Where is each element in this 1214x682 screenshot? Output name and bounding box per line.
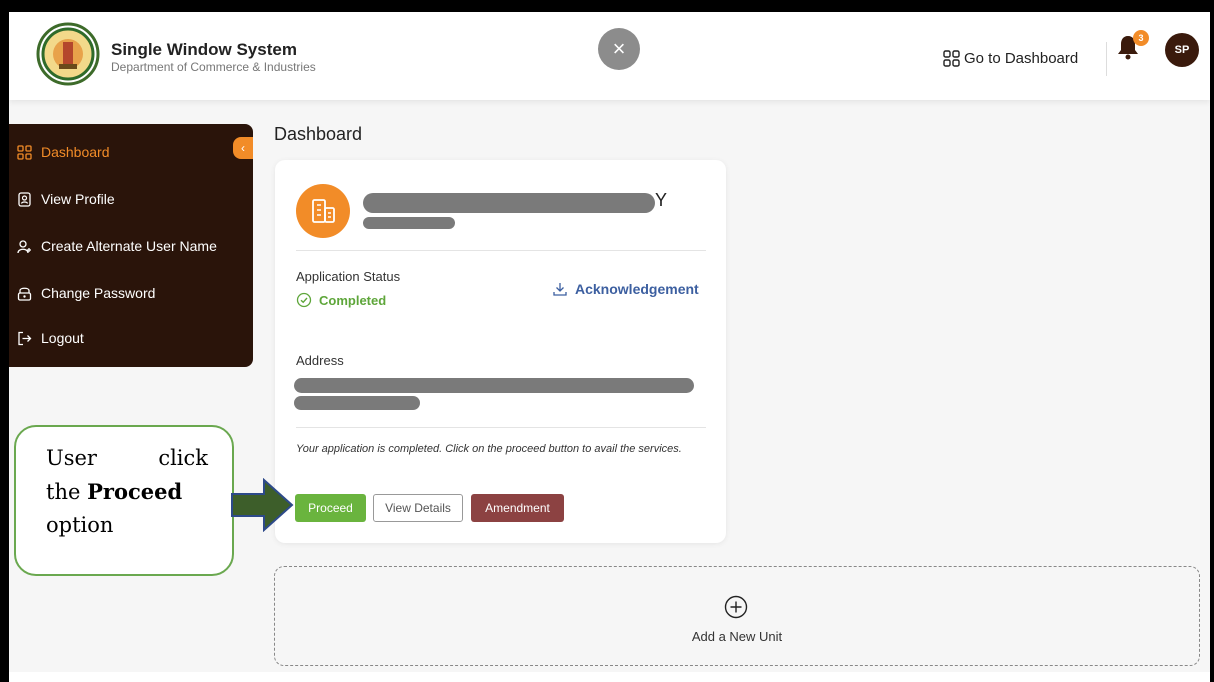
profile-icon [18,191,31,207]
status-value: Completed [319,292,387,308]
status-completed: Completed [296,292,386,308]
acknowledgement-link[interactable]: Acknowledgement [552,281,699,297]
go-to-dashboard-label: Go to Dashboard [964,50,1079,67]
completion-note: Your application is completed. Click on … [296,443,682,455]
sidebar-collapse-button[interactable]: ‹ [233,137,253,159]
sidebar-item-logout[interactable]: Logout [17,330,84,346]
header-divider [1106,42,1107,76]
sidebar-item-label: Change Password [41,285,156,301]
notification-count-badge: 3 [1133,30,1149,46]
sidebar-item-create-alternate-user-name[interactable]: Create Alternate User Name [17,238,217,254]
callout-word: the [46,480,81,504]
redacted-unit-id [363,217,455,229]
add-new-unit-card[interactable]: Add a New Unit [274,566,1200,666]
sidebar-item-label: Create Alternate User Name [41,238,217,254]
card-divider [296,250,706,251]
sidebar-item-label: Dashboard [41,144,110,160]
add-user-icon [17,239,31,253]
redacted-address-line1 [294,378,694,393]
application-status-label: Application Status [296,269,401,284]
logout-icon [18,331,32,345]
sidebar-item-label: Logout [41,330,84,346]
card-divider [296,427,706,428]
redacted-address-line2 [294,396,420,410]
grid-icon [17,144,32,160]
top-header: Single Window System Department of Comme… [9,12,1210,100]
add-new-unit-label: Add a New Unit [691,629,783,644]
app-subtitle: Department of Commerce & Industries [111,60,316,74]
plus-circle-icon [724,595,748,619]
callout-word: User [46,446,97,470]
sidebar-item-change-password[interactable]: Change Password [17,285,155,301]
page-title: Dashboard [274,124,363,144]
close-button[interactable]: × [598,28,640,70]
grid-icon [943,50,960,67]
callout-word: option [46,513,114,537]
download-icon [553,283,567,296]
view-details-button[interactable]: View Details [373,494,463,522]
callout-emphasis: Proceed [87,479,183,504]
sidebar-item-dashboard[interactable]: Dashboard [17,144,110,160]
sidebar-item-view-profile[interactable]: View Profile [17,191,115,207]
proceed-button[interactable]: Proceed [295,494,366,522]
check-circle-icon [296,292,312,308]
key-icon [17,287,32,301]
state-emblem-logo [36,22,100,86]
instruction-callout: User click the Proceed option [14,425,234,576]
right-arrow-icon [231,478,294,532]
callout-word: click [158,446,208,470]
unit-card: Y Application Status Completed Acknowled… [275,160,726,543]
go-to-dashboard-link[interactable]: Go to Dashboard [943,50,1078,67]
building-icon [296,184,350,238]
unit-name-visible-text: Y [655,190,668,210]
redacted-unit-name [363,193,655,213]
sidebar-item-label: View Profile [41,191,115,207]
amendment-button[interactable]: Amendment [471,494,564,522]
user-avatar[interactable]: SP [1165,33,1199,67]
address-label: Address [296,353,344,368]
app-title: Single Window System [111,40,297,59]
acknowledgement-label: Acknowledgement [575,281,699,297]
